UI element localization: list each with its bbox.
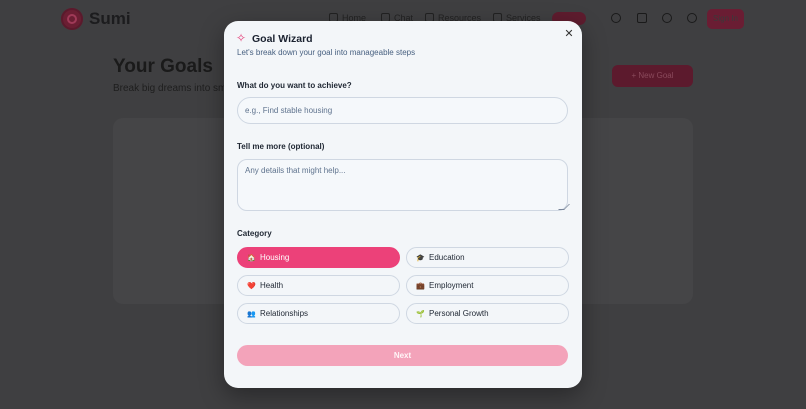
sparkles-icon: ✧ — [236, 31, 247, 45]
brand-name: Sumi — [89, 9, 131, 28]
details-label: Tell me more (optional) — [237, 142, 325, 151]
category-label-text: Health — [260, 281, 284, 290]
goal-label: What do you want to achieve? — [237, 81, 352, 90]
page-subtitle: Break big dreams into sm — [113, 83, 227, 94]
category-education-button[interactable]: 🎓 Education — [406, 247, 569, 268]
seedling-icon: 🌱 — [416, 310, 425, 318]
category-relationships-button[interactable]: 👥 Relationships — [237, 303, 400, 324]
details-textarea[interactable] — [237, 159, 568, 211]
people-icon: 👥 — [247, 310, 256, 318]
new-goal-button: + New Goal — [612, 65, 693, 87]
gear-icon — [662, 13, 672, 23]
graduation-cap-icon: 🎓 — [416, 254, 425, 262]
category-employment-button[interactable]: 💼 Employment — [406, 275, 569, 296]
page-title: Your Goals — [113, 56, 213, 77]
category-label-text: Employment — [429, 281, 474, 290]
category-label: Category — [237, 229, 272, 238]
category-label-text: Personal Growth — [429, 309, 489, 318]
info-icon — [611, 13, 621, 23]
house-icon: 🏠 — [247, 254, 256, 262]
category-label-text: Education — [429, 253, 465, 262]
goal-input[interactable] — [237, 97, 568, 124]
category-label-text: Housing — [260, 253, 290, 262]
sign-in-button: Sign In — [707, 9, 744, 29]
modal-title: Goal Wizard — [252, 33, 313, 45]
briefcase-icon: 💼 — [416, 282, 425, 290]
category-personal-growth-button[interactable]: 🌱 Personal Growth — [406, 303, 569, 324]
heart-icon: ❤️ — [247, 282, 256, 290]
category-label-text: Relationships — [260, 309, 309, 318]
goal-wizard-modal: ✧ Goal Wizard Let's break down your goal… — [224, 21, 582, 388]
logo-icon — [61, 8, 83, 30]
next-button[interactable]: Next — [237, 345, 568, 366]
user-icon — [687, 13, 697, 23]
category-health-button[interactable]: ❤️ Health — [237, 275, 400, 296]
sparkles-icon — [637, 13, 647, 23]
modal-subtitle: Let's break down your goal into manageab… — [237, 48, 416, 57]
category-housing-button[interactable]: 🏠 Housing — [237, 247, 400, 268]
close-icon[interactable]: ✕ — [563, 28, 575, 40]
